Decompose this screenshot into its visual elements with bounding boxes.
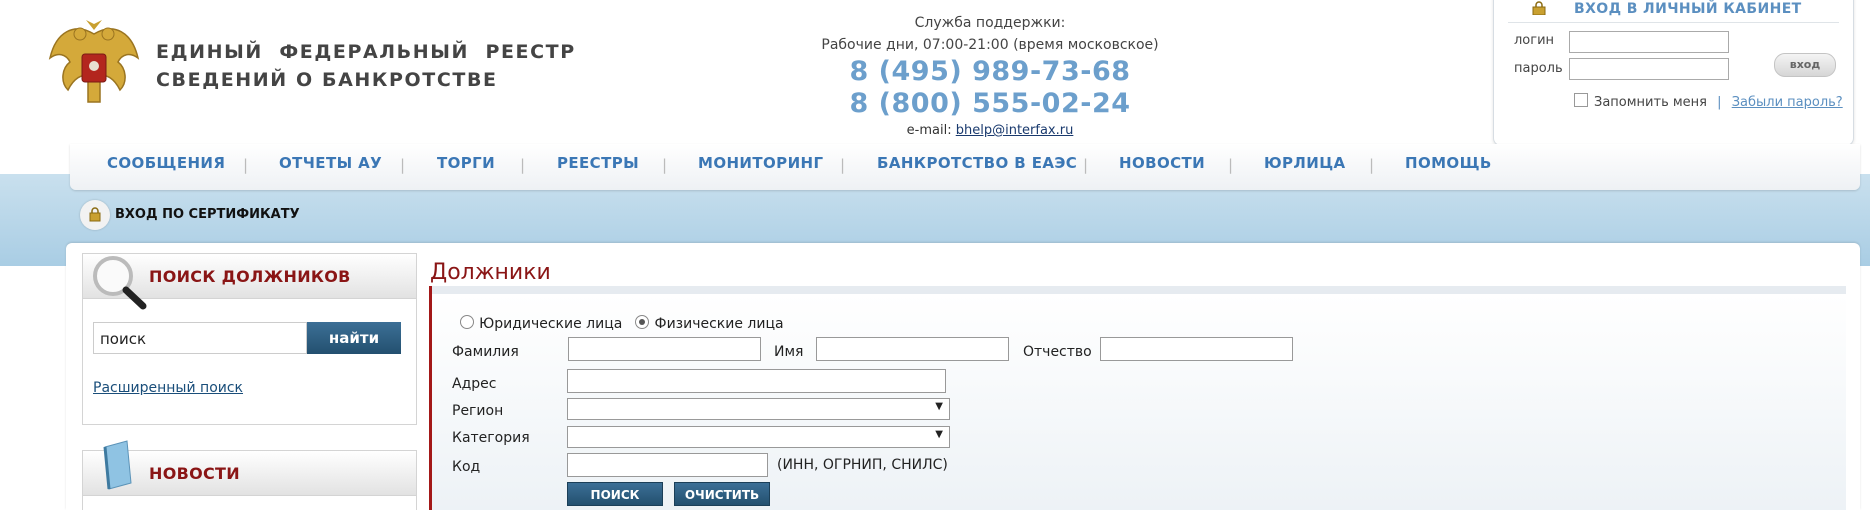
debtor-search-box — [82, 297, 417, 425]
chevron-down-icon: ▼ — [935, 429, 943, 440]
support-block: Служба поддержки: Рабочие дни, 07:00-21:… — [790, 12, 1190, 142]
search-button[interactable]: найти — [307, 322, 401, 354]
nav-item-reports[interactable]: ОТЧЕТЫ АУ — [279, 154, 382, 172]
password-label: пароль — [1514, 61, 1563, 76]
radio-person[interactable] — [635, 315, 650, 329]
radio-group: Юридические лица Физические лица — [460, 313, 784, 332]
nav-item-trades[interactable]: ТОРГИ — [437, 154, 495, 172]
email-link[interactable]: bhelp@interfax.ru — [956, 123, 1074, 138]
coat-of-arms-icon — [44, 12, 144, 112]
certificate-login-link[interactable]: ВХОД ПО СЕРТИФИКАТУ — [115, 207, 300, 222]
site-title: ЕДИНЫЙ ФЕДЕРАЛЬНЫЙ РЕЕСТР СВЕДЕНИЙ О БАН… — [156, 38, 576, 94]
search-input[interactable]: поиск — [93, 322, 307, 354]
login-title: ВХОД В ЛИЧНЫЙ КАБИНЕТ — [1574, 1, 1802, 17]
nav-separator: | — [1083, 156, 1089, 174]
password-input[interactable] — [1569, 58, 1729, 80]
category-select[interactable]: ▼ — [567, 426, 950, 448]
chevron-down-icon: ▼ — [935, 401, 943, 412]
site-title-line1: ЕДИНЫЙ ФЕДЕРАЛЬНЫЙ РЕЕСТР — [156, 41, 576, 63]
lock-icon — [1532, 0, 1546, 19]
region-label: Регион — [452, 403, 504, 419]
nav-separator: | — [1228, 156, 1234, 174]
login-separator: | — [1717, 95, 1722, 110]
surname-input[interactable] — [568, 337, 761, 361]
support-phone-2: 8 (800) 555-02-24 — [849, 88, 1131, 119]
nav-separator: | — [400, 156, 406, 174]
site-title-line2: СВЕДЕНИЙ О БАНКРОТСТВЕ — [156, 69, 498, 91]
patronymic-input[interactable] — [1100, 337, 1293, 361]
login-divider — [1508, 22, 1839, 23]
advanced-search-link[interactable]: Расширенный поиск — [93, 380, 243, 396]
nav-item-monitoring[interactable]: МОНИТОРИНГ — [698, 154, 823, 172]
nav-separator: | — [520, 156, 526, 174]
forgot-password-link[interactable]: Забыли пароль? — [1732, 95, 1843, 110]
nav-item-eaeu[interactable]: БАНКРОТСТВО В ЕАЭС — [877, 154, 1077, 172]
address-label: Адрес — [452, 376, 497, 392]
nav-item-news[interactable]: НОВОСТИ — [1119, 154, 1205, 172]
news-title: НОВОСТИ — [149, 464, 240, 483]
support-email: e-mail: bhelp@interfax.ru — [790, 120, 1190, 142]
email-label: e-mail: — [906, 123, 952, 138]
code-input[interactable] — [567, 453, 768, 477]
support-phone-1: 8 (495) 989-73-68 — [849, 56, 1131, 87]
debtor-search-header: ПОИСК ДОЛЖНИКОВ — [82, 253, 417, 310]
nav-item-messages[interactable]: СООБЩЕНИЯ — [107, 154, 225, 172]
code-hint: (ИНН, ОГРНИП, СНИЛС) — [777, 457, 948, 473]
book-icon — [101, 439, 135, 495]
nav-item-companies[interactable]: ЮРЛИЦА — [1264, 154, 1346, 172]
support-label: Служба поддержки: — [914, 15, 1066, 31]
code-label: Код — [452, 459, 481, 475]
nav-item-registers[interactable]: РЕЕСТРЫ — [557, 154, 639, 172]
remember-row: Запомнить меня | Забыли пароль? — [1574, 93, 1843, 110]
page-title: Должники — [430, 260, 551, 285]
login-panel: ВХОД В ЛИЧНЫЙ КАБИНЕТ логин пароль вход … — [1493, 0, 1854, 146]
nav-separator: | — [840, 156, 846, 174]
remember-label: Запомнить меня — [1594, 95, 1708, 110]
nav-separator: | — [662, 156, 668, 174]
news-header: НОВОСТИ — [82, 440, 417, 496]
form-top-bar — [430, 286, 1846, 294]
support-hours: Рабочие дни, 07:00-21:00 (время московск… — [821, 37, 1159, 53]
form-clear-button[interactable]: ОЧИСТИТЬ — [674, 482, 770, 506]
nav-item-help[interactable]: ПОМОЩЬ — [1405, 154, 1492, 172]
patronymic-label: Отчество — [1023, 344, 1092, 360]
name-label: Имя — [774, 344, 804, 360]
login-button[interactable]: вход — [1774, 53, 1836, 77]
radio-legal[interactable] — [460, 315, 474, 329]
radio-legal-label: Юридические лица — [479, 316, 623, 332]
login-input[interactable] — [1569, 31, 1729, 53]
form-accent-line — [429, 286, 432, 510]
debtor-search-title: ПОИСК ДОЛЖНИКОВ — [149, 267, 351, 286]
region-select[interactable]: ▼ — [567, 398, 950, 420]
certificate-icon[interactable] — [80, 200, 110, 230]
address-input[interactable] — [567, 369, 946, 393]
surname-label: Фамилия — [452, 344, 519, 360]
category-label: Категория — [452, 430, 530, 446]
nav-separator: | — [243, 156, 249, 174]
news-box — [82, 494, 417, 510]
radio-person-label: Физические лица — [654, 316, 784, 332]
nav-separator: | — [1369, 156, 1375, 174]
form-search-button[interactable]: ПОИСК — [567, 482, 663, 506]
login-label: логин — [1514, 33, 1555, 48]
remember-checkbox[interactable] — [1574, 93, 1588, 107]
name-input[interactable] — [816, 337, 1009, 361]
